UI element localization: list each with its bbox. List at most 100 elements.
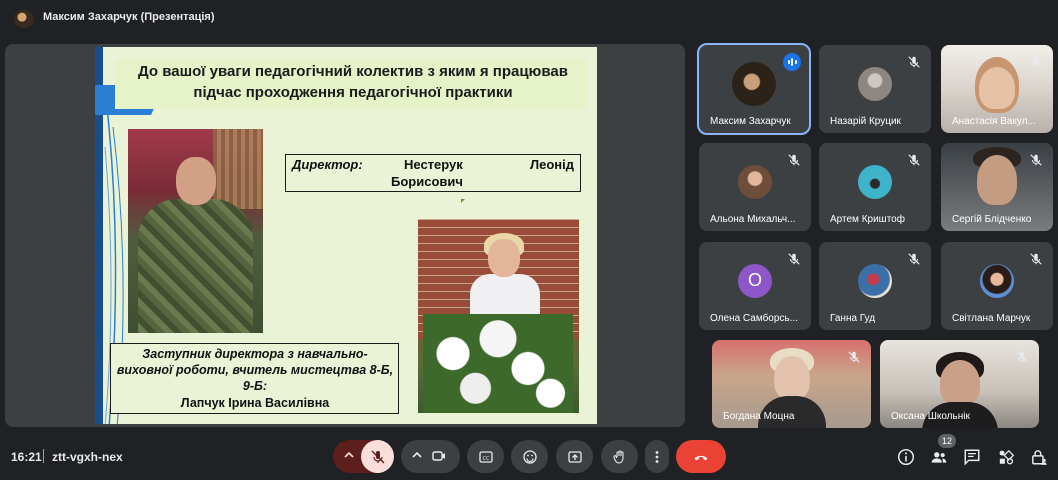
meeting-code: ztt-vgxh-nex <box>52 450 123 464</box>
participant-name: Сергій Блідченко <box>952 214 1032 225</box>
participant-tile[interactable]: Світлана Марчук <box>941 242 1053 330</box>
raise-hand-button[interactable] <box>601 440 638 473</box>
participant-name: Богдана Моцна <box>723 411 795 422</box>
presentation-stage[interactable]: До вашої уваги педагогічний колектив з я… <box>5 44 685 427</box>
participant-video-tile[interactable]: Анастасія Вакул... <box>941 45 1053 133</box>
director-role: Директор: <box>292 157 363 172</box>
participant-name: Анастасія Вакул... <box>952 116 1036 127</box>
chat-button[interactable] <box>963 448 981 466</box>
participant-name: Альона Михальч... <box>710 214 796 225</box>
participant-video-tile[interactable]: Оксана Школьнік <box>880 340 1039 428</box>
mic-off-icon <box>788 154 800 166</box>
slide-title: До вашої уваги педагогічний колектив з я… <box>138 63 568 101</box>
mic-off-icon <box>371 450 384 463</box>
speaking-indicator-icon <box>783 53 801 71</box>
deputy-name: Лапчук Ірина Василівна <box>180 396 330 410</box>
deputy-role: Заступник директора з навчально-виховної… <box>116 347 394 393</box>
participant-tile[interactable]: Альона Михальч... <box>699 143 811 231</box>
activities-icon <box>999 449 1015 465</box>
activities-button[interactable] <box>997 448 1015 466</box>
leave-call-button[interactable] <box>676 440 726 473</box>
mic-off-icon <box>908 56 920 68</box>
chevron-up-icon <box>412 451 422 458</box>
presenter-avatar <box>14 10 34 28</box>
participant-tile[interactable]: Ганна Гуд <box>819 242 931 330</box>
mic-off-icon <box>1016 351 1028 363</box>
more-vert-icon <box>655 450 659 463</box>
people-button[interactable] <box>930 448 948 466</box>
participant-avatar <box>980 263 1014 298</box>
deputy-caption: Заступник директора з навчально-виховної… <box>110 343 399 414</box>
mic-off-icon <box>1030 154 1042 166</box>
closed-captions-icon: CC <box>478 450 493 463</box>
mic-off-icon <box>908 253 920 265</box>
camera-control-group <box>401 440 460 473</box>
deputy-photo <box>418 219 579 413</box>
captions-button[interactable]: CC <box>467 440 504 473</box>
chevron-up-icon <box>344 451 354 458</box>
mic-off-icon <box>788 253 800 265</box>
svg-text:CC: CC <box>482 456 489 462</box>
participant-avatar <box>858 66 892 101</box>
divider <box>43 449 44 463</box>
participant-face <box>977 155 1017 205</box>
participant-name: Олена Самборсь... <box>710 313 798 324</box>
more-options-button[interactable] <box>645 440 669 473</box>
presentation-slide: До вашої уваги педагогічний колектив з я… <box>95 47 597 424</box>
participant-name: Ганна Гуд <box>830 313 876 324</box>
director-name-line1: Нестерук Леонід <box>404 157 574 172</box>
meeting-details-button[interactable] <box>897 448 915 466</box>
camera-toggle-button[interactable] <box>431 448 449 466</box>
participant-tile[interactable]: Назарій Круцик <box>819 45 931 133</box>
emoji-icon <box>522 449 537 464</box>
participant-initial-avatar: О <box>738 263 772 298</box>
info-icon <box>897 448 915 466</box>
participant-face <box>774 356 810 400</box>
present-screen-icon <box>567 450 582 463</box>
camera-options-button[interactable] <box>409 447 425 465</box>
participant-name: Оксана Школьнік <box>891 411 970 422</box>
people-count-badge: 12 <box>938 434 956 448</box>
chat-icon <box>964 449 980 466</box>
participant-video-tile[interactable]: Богдана Моцна <box>712 340 871 428</box>
mic-off-icon <box>1030 253 1042 265</box>
mic-off-icon <box>1030 56 1042 68</box>
director-photo <box>128 129 263 333</box>
end-call-icon <box>694 455 708 460</box>
present-screen-button[interactable] <box>556 440 593 473</box>
mic-options-button[interactable] <box>341 447 357 465</box>
participant-avatar <box>732 61 776 106</box>
people-icon <box>931 452 947 463</box>
mic-off-icon <box>848 351 860 363</box>
participant-name: Назарій Круцик <box>830 116 901 127</box>
participant-avatar <box>858 164 892 199</box>
camera-icon <box>432 451 445 461</box>
director-caption: Директор: Нестерук Леонід Борисович <box>285 154 581 192</box>
participant-name: Артем Криштоф <box>830 214 905 225</box>
bottom-toolbar: 16:21 ztt-vgxh-nex CC 12 <box>0 432 1058 480</box>
mouse-cursor <box>461 199 465 203</box>
mic-off-icon <box>908 154 920 166</box>
director-surname: Нестерук <box>404 157 463 172</box>
participant-name: Світлана Марчук <box>952 313 1031 324</box>
participant-face <box>940 360 980 406</box>
mic-control-group <box>333 440 394 473</box>
participant-avatar <box>738 164 772 199</box>
participant-face <box>979 67 1015 109</box>
participant-name: Максим Захарчук <box>710 116 791 127</box>
lock-person-icon <box>1032 450 1047 465</box>
reactions-button[interactable] <box>511 440 548 473</box>
director-patronymic: Борисович <box>391 174 463 189</box>
participant-video-tile[interactable]: Сергій Блідченко <box>941 143 1053 231</box>
window-title: Максим Захарчук (Презентація) <box>43 11 215 23</box>
participant-tile[interactable]: О Олена Самборсь... <box>699 242 811 330</box>
clock: 16:21 <box>11 450 42 464</box>
participant-tile[interactable]: Артем Криштоф <box>819 143 931 231</box>
mic-toggle-button[interactable] <box>361 440 394 473</box>
title-bar: Максим Захарчук (Презентація) <box>0 0 1058 36</box>
participant-tile-active[interactable]: Максим Захарчук <box>697 43 811 135</box>
hand-icon <box>612 449 624 464</box>
director-first-name: Леонід <box>529 157 574 172</box>
host-controls-button[interactable] <box>1030 448 1048 466</box>
participant-avatar <box>858 263 892 298</box>
